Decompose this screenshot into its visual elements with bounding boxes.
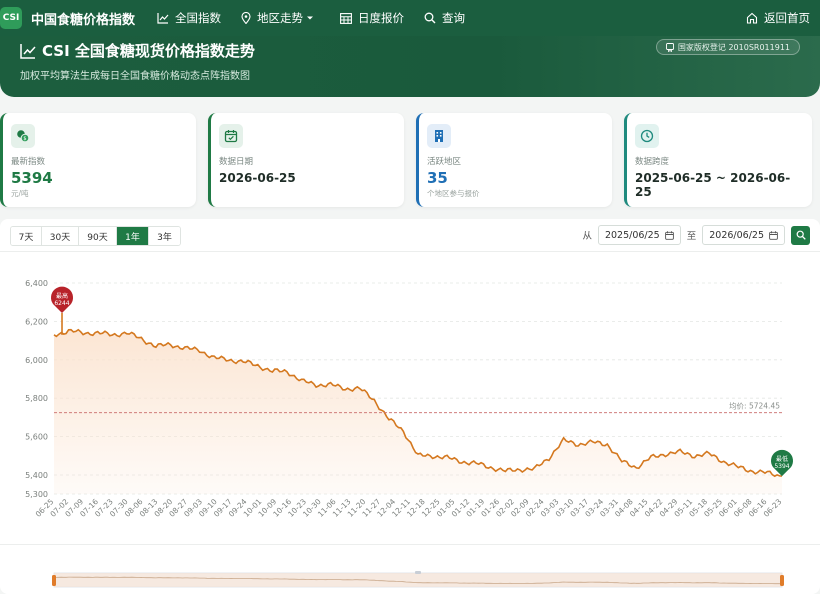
min-value: 5394 (774, 463, 789, 470)
coins-icon: $ (11, 124, 35, 148)
nav-national-index[interactable]: 全国指数 (157, 10, 221, 26)
price-index-chart[interactable]: 5,3005,4005,6005,8006,0006,2006,40006-25… (0, 219, 820, 594)
brand-title[interactable]: 中国食糖价格指数 (31, 9, 135, 28)
nav-daily-quote-label: 日度报价 (358, 11, 405, 25)
nav-regional-trend[interactable]: 地区走势 (241, 10, 320, 26)
chart-panel: 7天 30天 90天 1年 3年 从 2025/06/25 至 2026/06/… (0, 219, 820, 594)
stat-label: 数据日期 (219, 157, 254, 167)
nav-search[interactable]: 查询 (424, 10, 465, 26)
stat-card-active-regions: 活跃地区 35 个地区参与报价 (416, 113, 612, 207)
building-icon (427, 124, 451, 148)
nav-national-index-label: 全国指数 (175, 11, 222, 25)
nav-daily-quote[interactable]: 日度报价 (340, 10, 404, 26)
search-icon (424, 12, 436, 24)
zoom-drag-grip (415, 571, 421, 574)
stat-value: 35 (427, 169, 448, 187)
max-label: 最高 (56, 292, 68, 300)
stat-card-data-span: 数据跨度 2025-06-25 ~ 2026-06-25 (624, 113, 812, 207)
y-tick-label: 6,400 (25, 279, 48, 288)
zoom-handle-right (780, 575, 784, 586)
csi-logo[interactable]: CSI (0, 7, 22, 29)
zoom-handle-left (52, 575, 56, 586)
stat-value: 2026-06-25 (219, 171, 296, 185)
y-tick-label: 5,600 (25, 433, 48, 442)
series-area (54, 329, 782, 494)
caret-down-icon (307, 16, 314, 20)
stat-value: 2025-06-25 ~ 2026-06-25 (635, 171, 791, 199)
table-icon (340, 12, 352, 24)
y-tick-label: 5,300 (25, 490, 48, 499)
average-label: 均价: 5724.45 (729, 401, 780, 411)
y-tick-label: 5,800 (25, 394, 48, 403)
stat-label: 最新指数 (11, 157, 46, 167)
min-label: 最低 (776, 455, 788, 463)
stat-unit: 个地区参与报价 (427, 189, 480, 198)
stat-card-latest-index: $ 最新指数 5394 元/吨 (0, 113, 196, 207)
copyright-text: 国家版权登记 2010SR011911 (677, 42, 790, 52)
map-pin-icon (241, 12, 251, 24)
y-tick-label: 6,000 (25, 356, 48, 365)
y-tick-label: 6,200 (25, 317, 48, 326)
nav-search-label: 查询 (442, 11, 466, 25)
back-home-label: 返回首页 (764, 11, 810, 25)
nav-regional-trend-label: 地区走势 (257, 11, 304, 25)
hero-banner: CSI 全国食糖现货价格指数走势 加权平均算法生成每日全国食糖价格动态点阵指数图… (0, 36, 820, 97)
page-subtitle: 加权平均算法生成每日全国食糖价格动态点阵指数图 (20, 71, 250, 82)
home-icon (746, 12, 758, 24)
clock-icon (635, 124, 659, 148)
copyright-badge: 国家版权登记 2010SR011911 (655, 39, 800, 55)
calendar-check-icon (219, 124, 243, 148)
zoom-selection (54, 573, 782, 587)
stat-card-data-date: 数据日期 2026-06-25 (208, 113, 404, 207)
page-title-text: CSI 全国食糖现货价格指数走势 (42, 42, 255, 60)
svg-text:$: $ (23, 136, 26, 142)
certificate-icon (665, 42, 674, 52)
stat-value: 5394 (11, 169, 53, 187)
trend-chart-icon (157, 13, 169, 24)
top-nav: CSI 中国食糖价格指数 全国指数 地区走势 日度报价 查询 返回首页 (0, 0, 820, 36)
trend-chart-icon (20, 43, 36, 59)
back-home-link[interactable]: 返回首页 (746, 10, 810, 26)
stat-label: 活跃地区 (427, 157, 462, 167)
y-tick-label: 5,400 (25, 471, 48, 480)
max-value: 6244 (54, 300, 69, 307)
stat-unit: 元/吨 (11, 189, 29, 198)
stat-label: 数据跨度 (635, 157, 670, 167)
